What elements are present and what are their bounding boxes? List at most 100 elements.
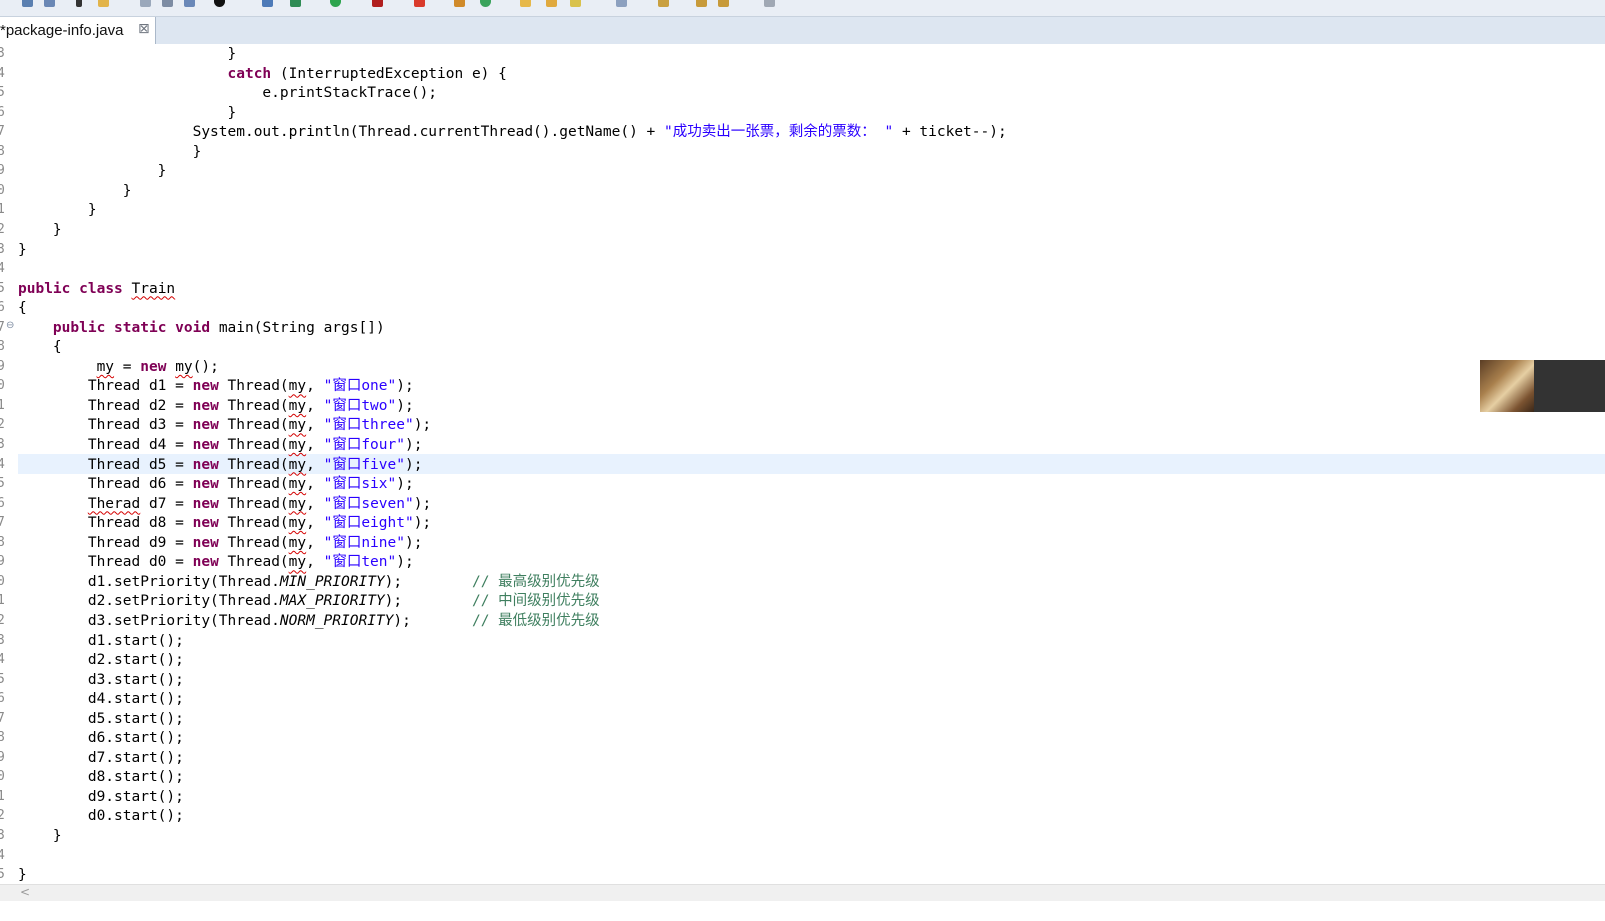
refresh-icon[interactable] xyxy=(290,0,301,7)
code-token: new xyxy=(192,534,219,551)
stop-icon[interactable] xyxy=(372,0,383,7)
open-folder-icon[interactable] xyxy=(520,0,531,7)
code-token: my xyxy=(288,554,307,571)
editor-tab-bar: *package-info.java ⊠ xyxy=(0,17,1605,45)
print-icon[interactable] xyxy=(184,0,195,7)
code-token: } xyxy=(18,143,202,160)
code-token: main(String args[]) xyxy=(210,319,385,336)
line-number: 2 xyxy=(0,417,5,433)
wand-icon[interactable] xyxy=(570,0,581,7)
code-line: System.out.println(Thread.currentThread(… xyxy=(18,122,1007,142)
forward-icon[interactable] xyxy=(718,0,729,7)
pin-icon[interactable] xyxy=(658,0,669,7)
code-token: class xyxy=(79,280,123,297)
code-line: } xyxy=(18,103,237,123)
code-token: , xyxy=(306,397,324,414)
code-token: d1.setPriority(Thread. xyxy=(18,573,280,590)
line-number: 1 xyxy=(0,593,5,609)
code-token: new xyxy=(192,515,219,532)
code-token: Thread d1 = xyxy=(18,378,193,395)
line-number: 8 xyxy=(0,339,5,355)
code-line: d1.setPriority(Thread.MIN_PRIORITY); // … xyxy=(18,572,600,592)
line-number: 5 xyxy=(0,85,5,101)
code-line: d6.start(); xyxy=(18,728,184,748)
editor-bottom-margin xyxy=(0,901,1605,921)
code-token: new xyxy=(192,417,219,434)
line-number: 0 xyxy=(0,378,5,394)
code-token: ); xyxy=(413,495,432,512)
line-number: 5 xyxy=(0,671,5,687)
horizontal-scrollbar[interactable]: < xyxy=(0,884,1605,902)
code-token: d7 = xyxy=(140,495,193,512)
code-line: Thread d1 = new Thread(my, "窗口one"); xyxy=(18,376,414,396)
code-line: d0.start(); xyxy=(18,806,184,826)
code-token: d3.setPriority(Thread. xyxy=(18,612,280,629)
terminate-icon[interactable] xyxy=(414,0,425,7)
copy-icon[interactable] xyxy=(140,0,151,7)
code-token: my xyxy=(288,417,307,434)
line-number: 3 xyxy=(0,632,5,648)
code-line: } xyxy=(18,44,237,64)
line-number: 2 xyxy=(0,221,5,237)
code-token: Thread d3 = xyxy=(18,417,193,434)
line-number: 4 xyxy=(0,652,5,668)
package-icon[interactable] xyxy=(454,0,465,7)
editor-tab-package-info[interactable]: *package-info.java ⊠ xyxy=(0,17,156,44)
code-line: d2.start(); xyxy=(18,650,184,670)
scroll-left-arrow-icon[interactable]: < xyxy=(20,885,30,899)
code-token: my xyxy=(288,534,307,551)
code-editor[interactable]: 3456789012345678901234567890123456789012… xyxy=(0,44,1605,906)
code-token: Thread d4 = xyxy=(18,437,193,453)
save-icon[interactable] xyxy=(22,0,33,7)
code-token: Thread( xyxy=(218,495,289,512)
run-icon[interactable] xyxy=(480,0,491,7)
code-token: d2.setPriority(Thread. xyxy=(18,593,280,610)
code-token: System.out.println(Thread.currentThread(… xyxy=(18,124,665,141)
open-file-icon[interactable] xyxy=(546,0,557,7)
navigate-icon[interactable] xyxy=(764,0,775,7)
code-line: d3.setPriority(Thread.NORM_PRIORITY); //… xyxy=(18,611,600,631)
fold-collapse-icon[interactable]: ⊖ xyxy=(6,320,14,331)
code-line: } xyxy=(18,181,132,201)
edit-icon[interactable] xyxy=(98,0,109,7)
line-number: 5 xyxy=(0,867,5,883)
line-number: 2 xyxy=(0,612,5,628)
line-number: 0 xyxy=(0,769,5,785)
code-token: "窗口one" xyxy=(323,378,397,395)
code-token: new xyxy=(192,495,219,512)
code-token: d4.start(); xyxy=(18,691,184,708)
annotation-icon[interactable] xyxy=(616,0,627,7)
code-line: e.printStackTrace(); xyxy=(18,83,437,103)
code-token: MIN_PRIORITY xyxy=(279,573,385,590)
code-token: d8.start(); xyxy=(18,769,184,786)
back-icon[interactable] xyxy=(696,0,707,7)
code-line: Thread d5 = new Thread(my, "窗口five"); xyxy=(18,455,423,475)
code-line: { xyxy=(18,298,27,318)
run-menu-icon[interactable] xyxy=(76,0,82,7)
line-number: 0 xyxy=(0,182,5,198)
code-token: Thread( xyxy=(218,397,289,414)
code-token: "窗口three" xyxy=(323,417,414,434)
save-all-icon[interactable] xyxy=(44,0,55,7)
code-token: , xyxy=(306,476,324,493)
breakpoint-icon[interactable] xyxy=(214,0,225,7)
line-number: 4 xyxy=(0,456,5,472)
close-icon[interactable]: ⊠ xyxy=(138,21,150,37)
code-token: (InterruptedException e) { xyxy=(271,65,507,82)
code-line: public static void main(String args[]) xyxy=(18,318,385,338)
code-token: d2.start(); xyxy=(18,652,184,669)
code-token: // 最高级别优先级 xyxy=(471,573,600,590)
line-number: 7 xyxy=(0,710,5,726)
debug-icon[interactable] xyxy=(330,0,341,7)
code-token: , xyxy=(306,417,324,434)
code-line: } xyxy=(18,240,27,260)
code-token: { xyxy=(18,339,62,356)
code-token: ); xyxy=(396,378,414,395)
search-icon[interactable] xyxy=(262,0,273,7)
video-thumbnail-overlay[interactable] xyxy=(1480,360,1605,412)
paste-icon[interactable] xyxy=(162,0,173,7)
